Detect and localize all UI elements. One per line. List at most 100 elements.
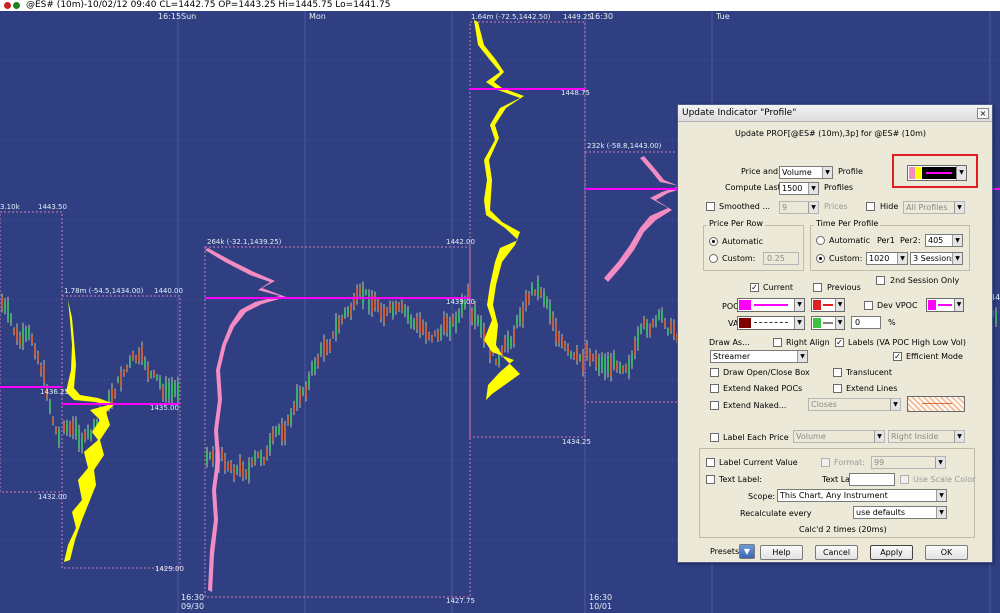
time-per-profile-automatic-radio[interactable]: [816, 236, 825, 245]
draw-open-close-checkbox[interactable]: [710, 368, 719, 377]
candle-body: [341, 316, 343, 323]
time-label-bottom-1: 16:30: [181, 593, 204, 602]
use-scale-color-label: Use Scale Color: [913, 475, 976, 484]
draw-as-label: Draw As...: [709, 338, 750, 347]
price-per-row-automatic-radio[interactable]: [709, 237, 718, 246]
candle-body: [317, 356, 319, 366]
cancel-button[interactable]: Cancel: [815, 545, 858, 560]
candle-body: [455, 315, 457, 330]
candle-body: [507, 334, 509, 349]
previous-checkbox[interactable]: [813, 283, 822, 292]
price-and-select[interactable]: Volume ▼: [779, 166, 833, 179]
extend-naked-color[interactable]: [907, 396, 965, 412]
dev-vpoc-color[interactable]: ▼: [926, 298, 964, 312]
va-percent-input[interactable]: 0: [851, 316, 881, 329]
smoothed-checkbox[interactable]: [706, 202, 715, 211]
sessions-select[interactable]: 3 Sessions ▼: [910, 252, 963, 265]
extend-naked-checkbox[interactable]: [710, 401, 719, 410]
label-each-price-checkbox[interactable]: [710, 433, 719, 442]
help-button[interactable]: Help: [760, 545, 803, 560]
hide-checkbox[interactable]: [866, 202, 875, 211]
candle-body: [549, 304, 551, 320]
presets-dropdown-icon[interactable]: ▼: [739, 544, 755, 559]
ok-button[interactable]: OK: [925, 545, 968, 560]
efficient-mode-checkbox[interactable]: ✓: [893, 352, 902, 361]
profile-lo-0: 1432.00: [38, 493, 67, 501]
candle-body: [395, 303, 397, 313]
candle-body: [601, 356, 603, 370]
candle-body: [392, 304, 394, 317]
profile-color-swatch[interactable]: ▼: [907, 165, 967, 181]
status-dot-red-icon[interactable]: [4, 2, 11, 9]
apply-button[interactable]: Apply: [870, 545, 913, 560]
va-current-color[interactable]: ▼: [737, 316, 805, 330]
candle-body: [440, 327, 442, 338]
format-checkbox[interactable]: [821, 458, 830, 467]
label-current-value-label: Label Current Value: [719, 458, 798, 467]
chevron-down-icon: ▼: [797, 351, 807, 362]
dev-vpoc-checkbox[interactable]: [864, 301, 873, 310]
candle-body: [576, 348, 578, 361]
profile-poc-3: 1448.75: [561, 89, 590, 97]
profile-label-1: 1.78m (-54.5,1434.00): [64, 287, 144, 295]
pct-label: %: [888, 318, 896, 327]
candle-body: [174, 383, 176, 395]
candle-body: [329, 341, 331, 351]
time-custom-select[interactable]: 1020 ▼: [866, 252, 908, 265]
price-per-row-custom-radio[interactable]: [709, 254, 718, 263]
candle-body: [25, 328, 27, 339]
status-dot-green-icon[interactable]: [13, 2, 20, 9]
text-label-checkbox[interactable]: [706, 475, 715, 484]
label-each-price-pos-select[interactable]: Right Inside ▼: [888, 430, 965, 443]
candle-body: [637, 330, 639, 347]
va-previous-color[interactable]: ▼: [811, 316, 845, 330]
extend-naked-select[interactable]: Closes ▼: [808, 398, 901, 411]
candle-body: [344, 309, 346, 317]
profile-hi-0: 1443.50: [38, 203, 67, 211]
scope-select[interactable]: This Chart, Any Instrument ▼: [777, 489, 947, 502]
translucent-checkbox[interactable]: [833, 368, 842, 377]
label-current-value-checkbox[interactable]: [706, 458, 715, 467]
price-per-row-custom-label: Custom:: [722, 254, 756, 263]
use-scale-color-checkbox[interactable]: [900, 475, 909, 484]
draw-as-select[interactable]: Streamer ▼: [710, 350, 808, 363]
candle-body: [664, 319, 666, 327]
label-each-price-select[interactable]: Volume ▼: [793, 430, 885, 443]
extend-lines-checkbox[interactable]: [833, 384, 842, 393]
per2-select[interactable]: 405 ▼: [925, 234, 963, 247]
candle-body: [658, 311, 660, 319]
candle-body: [1, 297, 3, 309]
right-align-checkbox[interactable]: [773, 338, 782, 347]
candle-body: [55, 427, 57, 433]
candle-body: [531, 284, 533, 294]
recalculate-select[interactable]: use defaults ▼: [853, 506, 947, 519]
compute-last-select[interactable]: 1500 ▼: [779, 182, 819, 195]
second-session-checkbox[interactable]: [876, 276, 885, 285]
second-session-label: 2nd Session Only: [890, 276, 960, 285]
profile-lo-3: 1434.25: [562, 438, 591, 446]
candle-body: [284, 425, 286, 441]
current-checkbox[interactable]: ✓: [750, 283, 759, 292]
time-per-profile-custom-radio[interactable]: [816, 254, 825, 263]
candle-body: [296, 389, 298, 406]
profile-label-0: 3.10k: [0, 203, 21, 211]
poc-previous-color[interactable]: ▼: [811, 298, 845, 312]
format-select[interactable]: 99 ▼: [871, 456, 946, 469]
candle-body: [90, 431, 92, 440]
hide-select[interactable]: All Profiles ▼: [903, 201, 965, 214]
candle-body: [153, 371, 155, 377]
poc-current-color[interactable]: ▼: [737, 298, 805, 312]
candle-body: [4, 301, 6, 312]
price-per-row-custom-input[interactable]: 0.25: [763, 252, 799, 265]
chevron-down-icon: ▼: [822, 167, 832, 178]
text-label-input[interactable]: [849, 473, 895, 486]
candle-body: [546, 298, 548, 307]
extend-naked-pocs-checkbox[interactable]: [710, 384, 719, 393]
labels-checkbox[interactable]: ✓: [835, 338, 844, 347]
candle-body: [338, 318, 340, 331]
previous-label: Previous: [827, 283, 861, 292]
candle-body: [525, 293, 527, 308]
extend-lines-label: Extend Lines: [846, 384, 898, 393]
close-icon[interactable]: ×: [977, 108, 989, 119]
smoothed-select[interactable]: 9 ▼: [779, 201, 819, 214]
